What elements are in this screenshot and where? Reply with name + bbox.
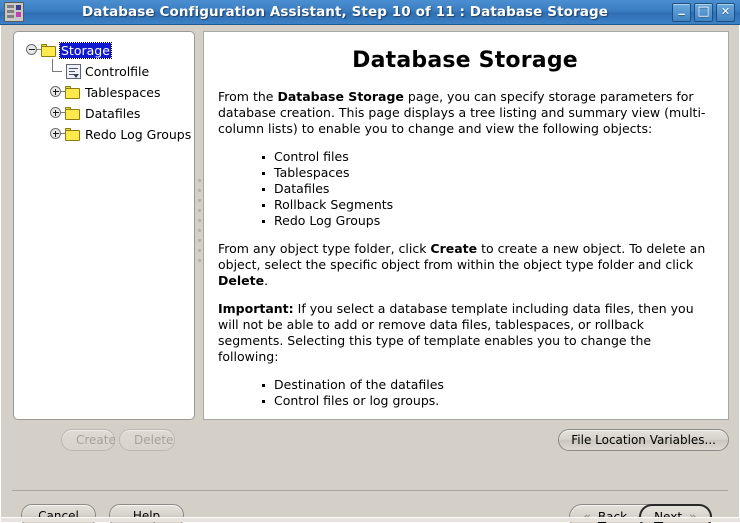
split-pane-divider[interactable]: [195, 31, 203, 420]
content-area: Storage Controlfile Tablespaces Datafile…: [9, 29, 733, 484]
collapse-toggle-icon[interactable]: [26, 44, 42, 57]
cd-bold-1: Create: [430, 241, 478, 256]
object-actions-bar: Create Delete File Location Variables...: [9, 427, 733, 457]
tree-item-controlfile[interactable]: Controlfile: [14, 59, 194, 82]
list-item: Datafiles: [262, 181, 712, 197]
list-item: Control files: [262, 149, 712, 165]
detail-panel: Database Storage From the Database Stora…: [203, 31, 729, 420]
tree-item-label: Storage: [59, 42, 112, 59]
storage-tree-panel: Storage Controlfile Tablespaces Datafile…: [13, 31, 195, 420]
folder-icon: [41, 44, 57, 57]
tree-item-tablespaces[interactable]: Tablespaces: [14, 82, 194, 103]
expand-toggle-icon[interactable]: [50, 86, 66, 99]
window-controls: _ □ ✕: [672, 0, 735, 22]
storage-tree: Storage Controlfile Tablespaces Datafile…: [14, 32, 194, 145]
maximize-glyph: □: [697, 3, 710, 19]
list-item: Redo Log Groups: [262, 213, 712, 229]
folder-icon: [65, 107, 81, 120]
important-paragraph: Important: If you select a database temp…: [218, 301, 712, 365]
delete-button[interactable]: Delete: [119, 429, 175, 451]
cd-text-3: .: [264, 273, 269, 288]
expand-toggle-icon[interactable]: [50, 128, 66, 141]
database-app-icon: [4, 2, 24, 22]
list-item: Tablespaces: [262, 165, 712, 181]
list-item: Rollback Segments: [262, 197, 712, 213]
intro-bold-1: Database Storage: [277, 89, 404, 104]
dbca-window: Database Configuration Assistant, Step 1…: [0, 0, 740, 523]
split-pane: Storage Controlfile Tablespaces Datafile…: [9, 29, 733, 422]
tree-item-label: Controlfile: [85, 64, 150, 79]
close-glyph: ✕: [720, 4, 731, 18]
window-titlebar: Database Configuration Assistant, Step 1…: [0, 0, 740, 25]
intro-text-1: From the: [218, 89, 278, 104]
folder-icon: [65, 86, 81, 99]
cd-text-1: From any object type folder, click: [218, 241, 431, 256]
template-change-list: Destination of the datafiles Control fil…: [218, 377, 712, 409]
folder-icon: [65, 128, 81, 141]
important-label: Important:: [218, 301, 294, 316]
page-title: Database Storage: [352, 48, 578, 73]
window-body: Storage Controlfile Tablespaces Datafile…: [0, 25, 740, 523]
tree-item-label: Tablespaces: [85, 85, 161, 100]
file-location-variables-button[interactable]: File Location Variables...: [558, 429, 729, 451]
tree-item-label: Datafiles: [85, 106, 141, 121]
create-delete-paragraph: From any object type folder, click Creat…: [218, 241, 712, 289]
create-button[interactable]: Create: [61, 429, 116, 451]
expand-toggle-icon[interactable]: [50, 107, 66, 120]
list-item: Destination of the datafiles: [262, 377, 712, 393]
tree-item-datafiles[interactable]: Datafiles: [14, 103, 194, 124]
window-title: Database Configuration Assistant, Step 1…: [82, 4, 608, 20]
detail-content: Database Storage From the Database Stora…: [204, 32, 728, 419]
tree-item-redo-log-groups[interactable]: Redo Log Groups: [14, 124, 194, 145]
list-item: Control files or log groups.: [262, 393, 712, 409]
footer-separator: [12, 490, 728, 491]
maximize-icon[interactable]: □: [694, 2, 713, 22]
close-icon[interactable]: ✕: [716, 2, 735, 22]
minimize-icon[interactable]: _: [672, 0, 691, 22]
status-bar: [1, 517, 740, 522]
tree-item-label: Redo Log Groups: [85, 127, 192, 142]
intro-paragraph: From the Database Storage page, you can …: [218, 89, 712, 137]
tree-item-storage[interactable]: Storage: [14, 40, 194, 61]
object-type-list: Control files Tablespaces Datafiles Roll…: [218, 149, 712, 229]
minimize-glyph: _: [678, 0, 685, 16]
controlfile-icon: [66, 64, 81, 79]
cd-bold-2: Delete: [218, 273, 265, 288]
tree-elbow: [50, 59, 66, 82]
